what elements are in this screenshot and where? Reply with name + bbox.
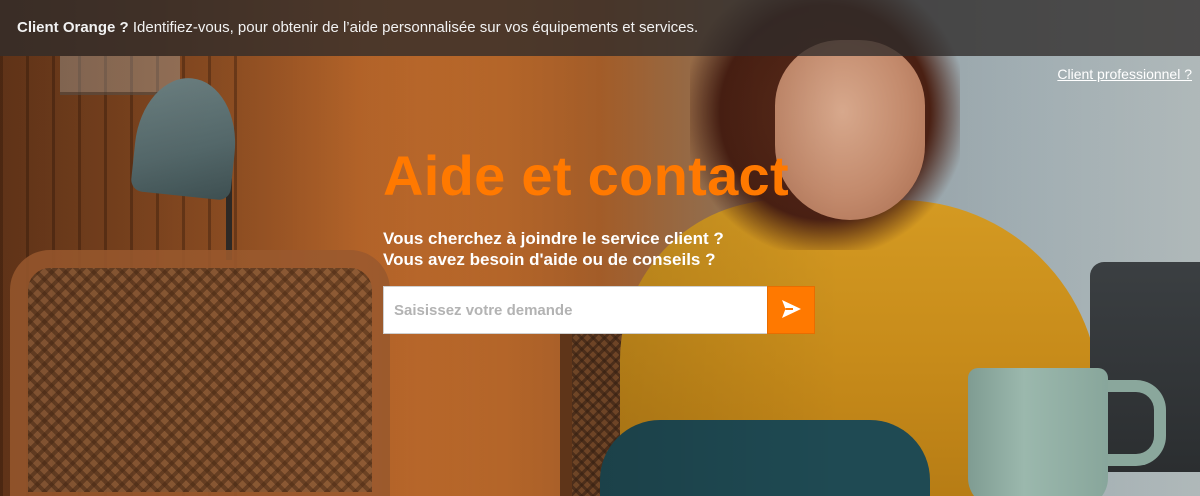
login-banner[interactable]: Client Orange ? Identifiez-vous, pour ob… xyxy=(0,0,1200,56)
hero-subtitle-line-1: Vous cherchez à joindre le service clien… xyxy=(383,229,724,248)
search-submit-button[interactable] xyxy=(767,286,815,334)
search-form xyxy=(383,286,815,334)
hero-subtitle-line-2: Vous avez besoin d'aide ou de conseils ? xyxy=(383,250,716,269)
login-banner-text: Identifiez-vous, pour obtenir de l’aide … xyxy=(128,19,699,36)
help-contact-page: Client Orange ? Identifiez-vous, pour ob… xyxy=(0,0,1200,496)
send-arrow-icon xyxy=(780,298,802,323)
hero-subtitle: Vous cherchez à joindre le service clien… xyxy=(383,228,724,270)
page-title: Aide et contact xyxy=(383,144,789,207)
search-input[interactable] xyxy=(383,286,767,334)
professional-client-link[interactable]: Client professionnel ? xyxy=(1057,66,1192,82)
login-banner-title[interactable]: Client Orange ? xyxy=(17,19,129,36)
